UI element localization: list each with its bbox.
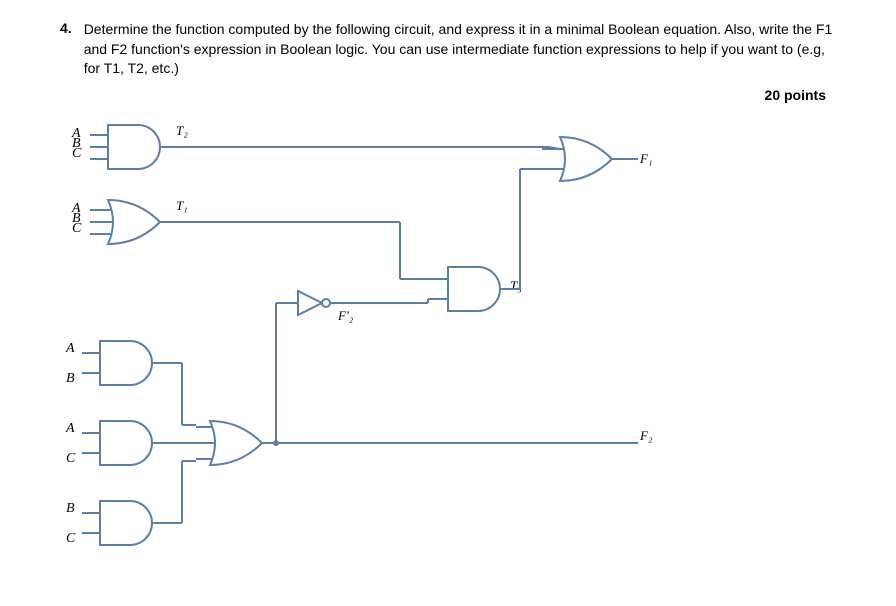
points-value: 20 points bbox=[60, 87, 826, 103]
or-gate-icon bbox=[90, 200, 160, 244]
circuit-diagram: A B C A B C A B A C B C T₂ T₁ T₃ F'₂ F₁ … bbox=[60, 123, 820, 583]
and-gate-icon bbox=[82, 421, 152, 465]
and-gate-icon bbox=[82, 501, 152, 545]
circuit-svg bbox=[60, 123, 820, 573]
and-gate-icon bbox=[430, 267, 500, 311]
or-gate-icon bbox=[196, 421, 262, 465]
and-gate-icon bbox=[90, 125, 160, 169]
or-gate-icon bbox=[542, 137, 612, 181]
not-gate-icon bbox=[286, 291, 342, 315]
question-number: 4. bbox=[60, 20, 72, 36]
question-text: Determine the function computed by the f… bbox=[84, 20, 836, 79]
and-gate-icon bbox=[82, 341, 152, 385]
